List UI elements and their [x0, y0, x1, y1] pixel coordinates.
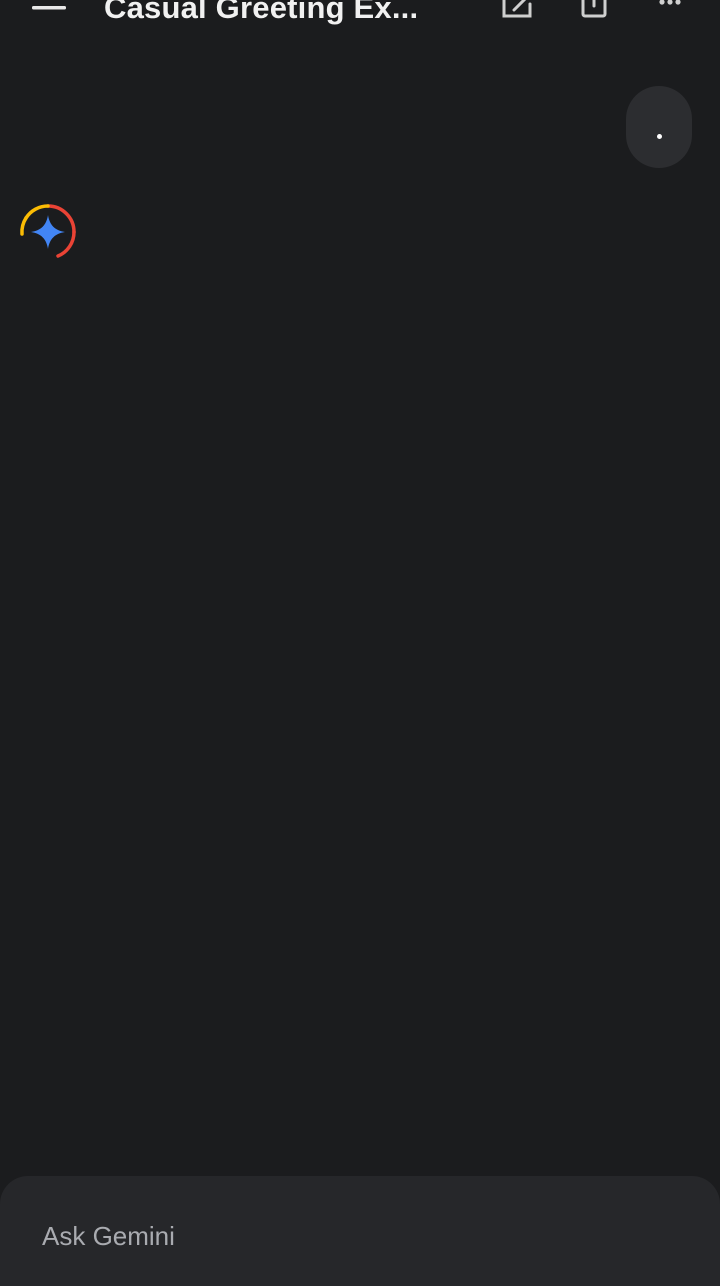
- ask-gemini-input[interactable]: [42, 1214, 642, 1258]
- top-app-bar: Casual Greeting Ex...: [0, 0, 720, 26]
- more-vertical-icon: [659, 0, 681, 5]
- gemini-sparkle-icon: [20, 204, 76, 258]
- more-options-button[interactable]: [648, 0, 692, 26]
- edit-button[interactable]: [496, 0, 540, 26]
- share-button[interactable]: [572, 0, 616, 26]
- gemini-avatar: [18, 202, 78, 262]
- composer-bar: [0, 1176, 720, 1286]
- user-message-bubble[interactable]: .: [626, 86, 692, 168]
- user-message-text: .: [657, 134, 662, 139]
- edit-icon: [502, 0, 532, 18]
- menu-button[interactable]: [28, 0, 70, 26]
- share-icon: [581, 0, 607, 18]
- conversation-title: Casual Greeting Ex...: [104, 0, 419, 25]
- menu-icon: [32, 6, 66, 10]
